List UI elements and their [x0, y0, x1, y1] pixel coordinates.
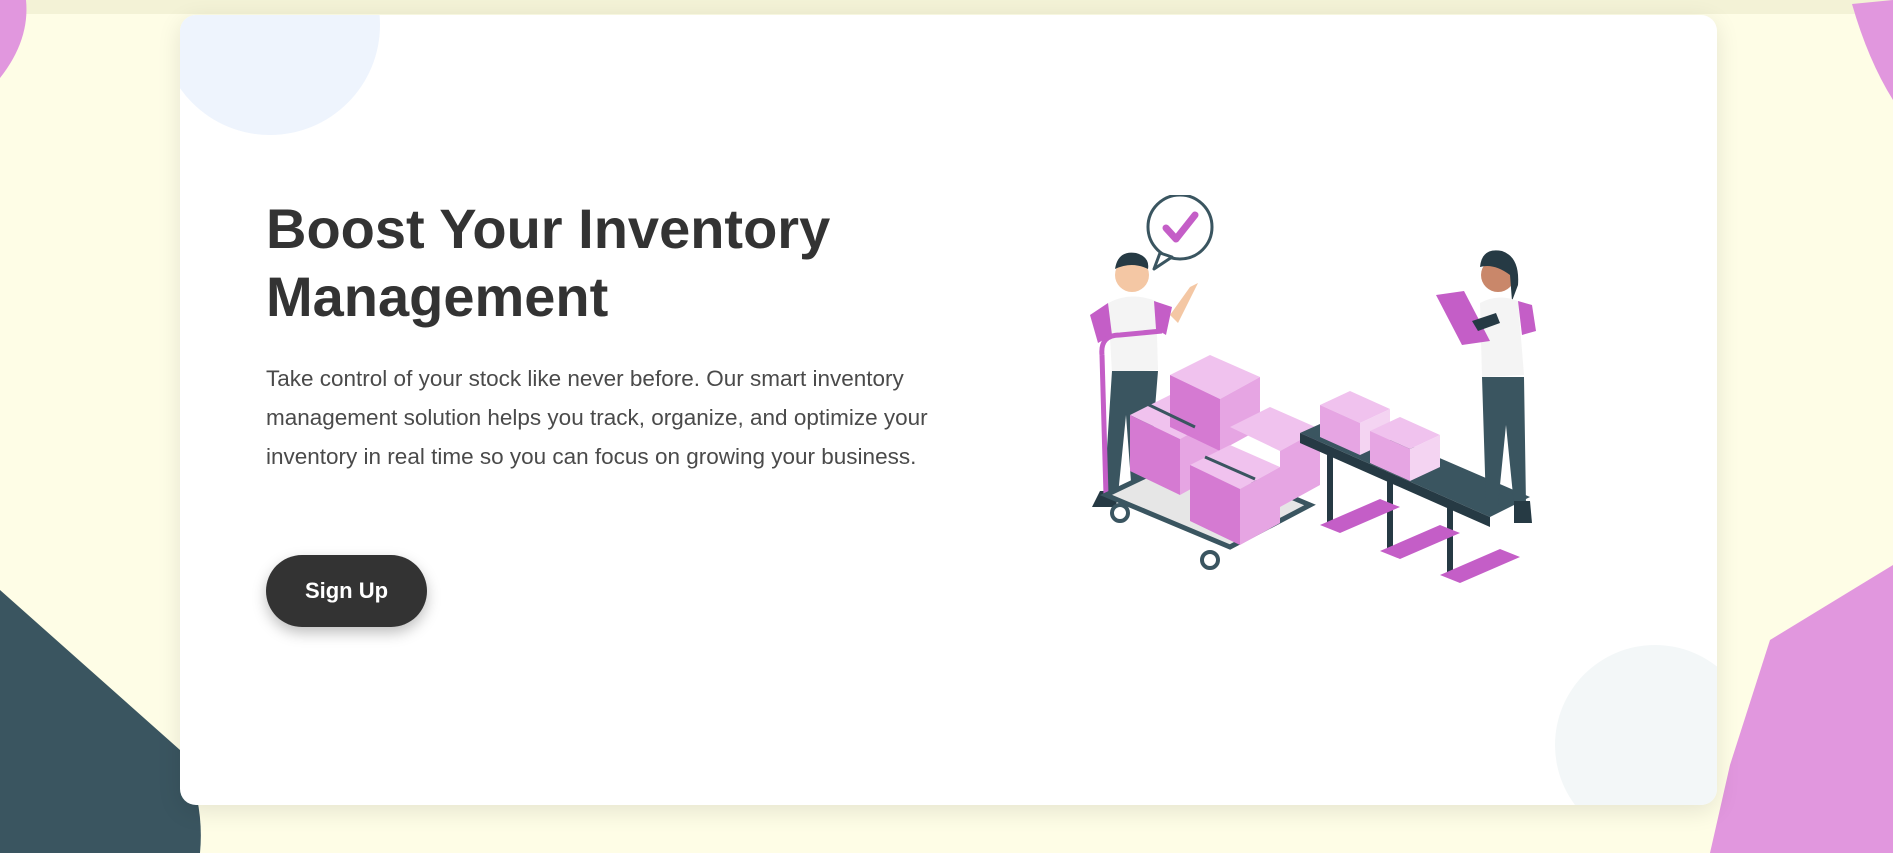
card-top-left-circle	[180, 15, 380, 135]
top-left-pink-blob	[0, 0, 27, 78]
hero-card: Boost Your Inventory Management Take con…	[180, 15, 1717, 805]
inventory-illustration	[1090, 195, 1536, 583]
bottom-left-slate-blob	[0, 590, 201, 853]
hero-description: Take control of your stock like never be…	[266, 366, 928, 469]
sign-up-button[interactable]: Sign Up	[266, 555, 427, 627]
top-strip	[0, 0, 1893, 14]
hero-title: Boost Your Inventory Management	[266, 197, 831, 328]
bottom-right-pink-blob	[1710, 565, 1893, 853]
top-right-pink-blob	[1852, 0, 1893, 100]
check-bubble-icon	[1146, 195, 1214, 271]
